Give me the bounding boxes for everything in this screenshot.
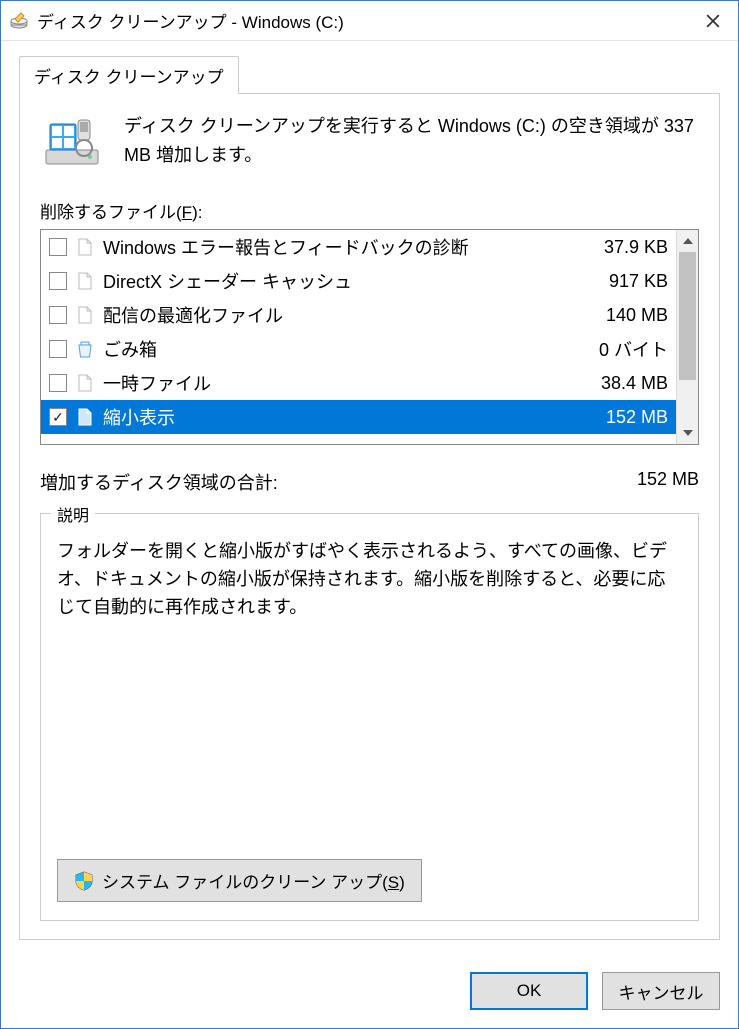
files-label-suffix: ): bbox=[192, 203, 202, 222]
file-name: 縮小表示 bbox=[103, 404, 570, 430]
file-name: Windows エラー報告とフィードバックの診断 bbox=[103, 234, 570, 260]
file-row[interactable]: ✓ 縮小表示 152 MB bbox=[41, 400, 676, 434]
file-checkbox[interactable]: ✓ bbox=[49, 408, 67, 426]
file-list[interactable]: Windows エラー報告とフィードバックの診断 37.9 KB DirectX シ… bbox=[41, 230, 676, 444]
file-name: 一時ファイル bbox=[103, 370, 570, 396]
tab-row: ディスク クリーンアップ bbox=[19, 55, 720, 93]
file-size: 38.4 MB bbox=[578, 373, 668, 394]
file-name: DirectX シェーダー キャッシュ bbox=[103, 268, 570, 294]
scroll-down-button[interactable] bbox=[677, 422, 698, 444]
total-label: 増加するディスク領域の合計: bbox=[40, 469, 637, 495]
file-checkbox[interactable] bbox=[49, 238, 67, 256]
summary-text: ディスク クリーンアップを実行すると Windows (C:) の空き領域が 3… bbox=[124, 112, 699, 176]
clean-system-files-label: システム ファイルのクリーン アップ(S) bbox=[102, 868, 405, 893]
scroll-up-button[interactable] bbox=[677, 230, 698, 252]
file-row[interactable]: DirectX シェーダー キャッシュ 917 KB bbox=[41, 264, 676, 298]
tab-disk-cleanup[interactable]: ディスク クリーンアップ bbox=[19, 56, 239, 94]
file-size: 140 MB bbox=[578, 305, 668, 326]
file-size: 152 MB bbox=[578, 407, 668, 428]
description-text: フォルダーを開くと縮小版がすばやく表示されるよう、すべての画像、ビデオ、ドキュメ… bbox=[57, 538, 682, 849]
description-actions: システム ファイルのクリーン アップ(S) bbox=[57, 859, 682, 902]
recycle-bin-icon bbox=[75, 339, 95, 359]
file-icon bbox=[75, 373, 95, 393]
files-label-prefix: 削除するファイル( bbox=[40, 203, 182, 222]
file-icon bbox=[75, 271, 95, 291]
sysclean-suffix: ) bbox=[399, 873, 405, 892]
file-checkbox[interactable] bbox=[49, 306, 67, 324]
titlebar: ディスク クリーンアップ - Windows (C:) bbox=[1, 1, 738, 41]
close-button[interactable] bbox=[688, 1, 738, 41]
file-list-container: Windows エラー報告とフィードバックの診断 37.9 KB DirectX シ… bbox=[40, 229, 699, 445]
file-checkbox[interactable] bbox=[49, 340, 67, 358]
dialog-buttons: OK キャンセル bbox=[1, 958, 738, 1028]
window-title: ディスク クリーンアップ - Windows (C:) bbox=[37, 8, 688, 33]
file-icon bbox=[75, 237, 95, 257]
client-area: ディスク クリーンアップ bbox=[1, 41, 738, 958]
summary-row: ディスク クリーンアップを実行すると Windows (C:) の空き領域が 3… bbox=[40, 112, 699, 176]
file-name: ごみ箱 bbox=[103, 336, 570, 362]
drive-icon bbox=[40, 112, 104, 176]
file-icon bbox=[75, 407, 95, 427]
description-group: 説明 フォルダーを開くと縮小版がすばやく表示されるよう、すべての画像、ビデオ、ド… bbox=[40, 513, 699, 921]
sysclean-key: S bbox=[388, 873, 399, 892]
ok-button[interactable]: OK bbox=[470, 972, 588, 1010]
file-size: 37.9 KB bbox=[578, 237, 668, 258]
file-row[interactable]: ごみ箱 0 バイト bbox=[41, 332, 676, 366]
file-row[interactable]: Windows エラー報告とフィードバックの診断 37.9 KB bbox=[41, 230, 676, 264]
files-label: 削除するファイル(F): bbox=[40, 198, 699, 223]
file-name: 配信の最適化ファイル bbox=[103, 302, 570, 328]
disk-cleanup-icon bbox=[9, 11, 29, 31]
total-value: 152 MB bbox=[637, 469, 699, 495]
file-checkbox[interactable] bbox=[49, 374, 67, 392]
tab-panel: ディスク クリーンアップを実行すると Windows (C:) の空き領域が 3… bbox=[19, 93, 720, 940]
file-row[interactable]: 一時ファイル 38.4 MB bbox=[41, 366, 676, 400]
file-size: 917 KB bbox=[578, 271, 668, 292]
file-icon bbox=[75, 305, 95, 325]
file-size: 0 バイト bbox=[578, 336, 668, 362]
file-checkbox[interactable] bbox=[49, 272, 67, 290]
file-row[interactable]: 配信の最適化ファイル 140 MB bbox=[41, 298, 676, 332]
scroll-track[interactable] bbox=[677, 252, 698, 422]
files-label-key: F bbox=[182, 203, 192, 222]
scrollbar[interactable] bbox=[676, 230, 698, 444]
total-row: 増加するディスク領域の合計: 152 MB bbox=[40, 469, 699, 495]
clean-system-files-button[interactable]: システム ファイルのクリーン アップ(S) bbox=[57, 859, 422, 902]
description-legend: 説明 bbox=[51, 502, 95, 526]
scroll-thumb[interactable] bbox=[679, 252, 696, 380]
sysclean-prefix: システム ファイルのクリーン アップ( bbox=[102, 873, 388, 892]
shield-icon bbox=[74, 871, 94, 891]
disk-cleanup-window: ディスク クリーンアップ - Windows (C:) ディスク クリーンアップ bbox=[0, 0, 739, 1029]
cancel-button[interactable]: キャンセル bbox=[602, 972, 720, 1010]
